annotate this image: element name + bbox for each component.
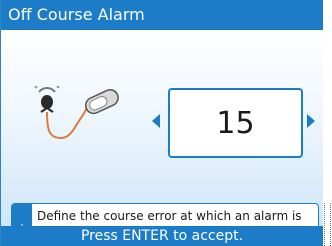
footer-hint: Press ENTER to accept.: [1, 226, 323, 246]
arrow-left-icon[interactable]: [152, 114, 160, 128]
window-title: Off Course Alarm: [1, 0, 323, 30]
alarm-value-display[interactable]: 15: [168, 88, 303, 158]
scrollbar[interactable]: [324, 203, 331, 246]
remote-control-icon: [34, 86, 119, 140]
alarm-screen: Off Course Alarm 15 i Define the course …: [0, 0, 323, 246]
arrow-right-icon[interactable]: [307, 114, 315, 128]
content-area: 15 i Define the course error at which an…: [1, 30, 323, 245]
